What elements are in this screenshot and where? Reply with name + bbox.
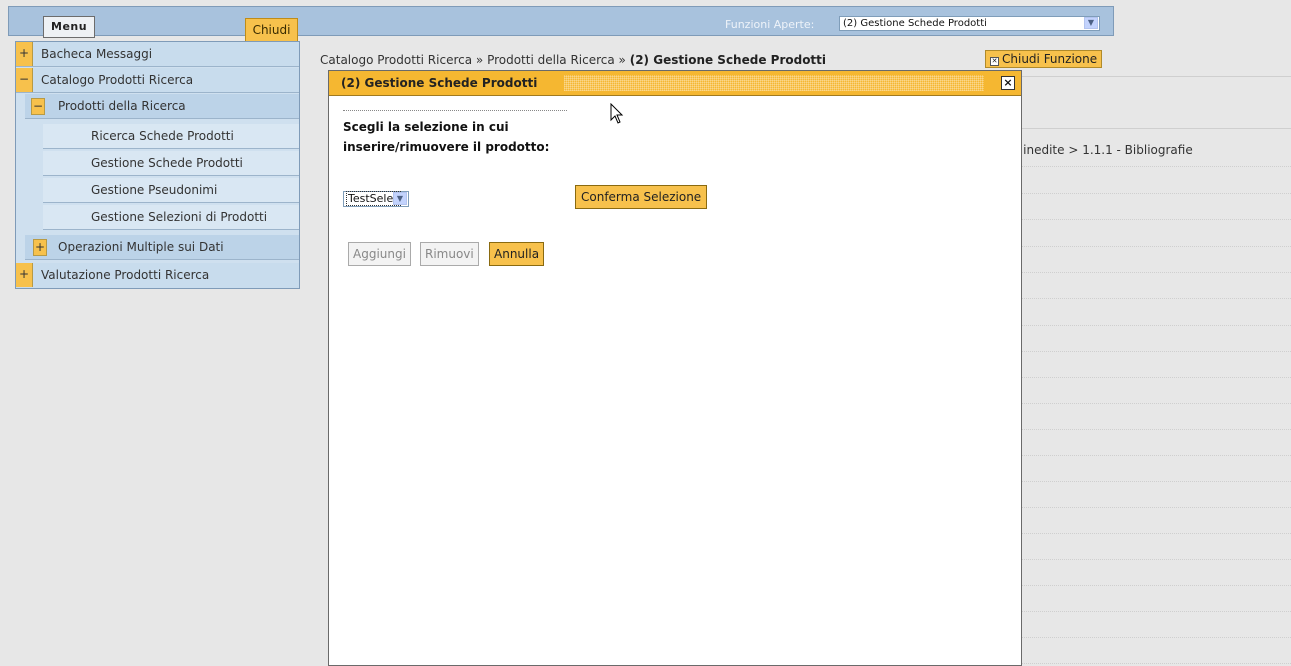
menu-item-operazioni-multiple-sui-dati[interactable]: + Operazioni Multiple sui Dati: [25, 235, 299, 260]
breadcrumb-separator: »: [472, 53, 488, 67]
menu-item-prodotti-della-ricerca[interactable]: − Prodotti della Ricerca: [25, 94, 299, 119]
menu-item-label: Valutazione Prodotti Ricerca: [41, 268, 210, 282]
remove-button[interactable]: Rimuovi: [420, 242, 479, 266]
cancel-button[interactable]: Annulla: [489, 242, 545, 266]
divider: [1022, 325, 1291, 326]
divider: [1022, 193, 1291, 194]
breadcrumb: Catalogo Prodotti Ricerca » Prodotti del…: [320, 53, 826, 67]
menu-item-ricerca-schede-prodotti[interactable]: Ricerca Schede Prodotti: [43, 124, 299, 149]
divider: [1022, 585, 1291, 586]
menu-item-label: Gestione Schede Prodotti: [91, 156, 243, 170]
background-content: [1022, 76, 1291, 666]
close-icon[interactable]: ×: [1001, 76, 1015, 90]
expand-icon[interactable]: +: [16, 42, 33, 66]
dialog-header[interactable]: (2) Gestione Schede Prodotti ×: [329, 71, 1021, 96]
divider: [1022, 403, 1291, 404]
open-functions-select[interactable]: (2) Gestione Schede Prodotti ▼: [839, 16, 1100, 31]
menu-item-label: Prodotti della Ricerca: [58, 99, 186, 113]
menu-item-gestione-schede-prodotti[interactable]: Gestione Schede Prodotti: [43, 151, 299, 176]
divider: [1022, 637, 1291, 638]
header-pattern: [564, 75, 984, 91]
chevron-down-icon[interactable]: ▼: [393, 192, 407, 205]
background-breadcrumb-text: i inedite > 1.1.1 - Bibliografie: [1016, 143, 1193, 157]
divider: [1022, 663, 1291, 664]
close-icon: ✕: [990, 57, 999, 66]
collapse-icon[interactable]: −: [16, 68, 33, 92]
menu-item-label: Ricerca Schede Prodotti: [91, 129, 234, 143]
divider: [343, 110, 567, 111]
divider: [1022, 455, 1291, 456]
divider: [1022, 559, 1291, 560]
menu-item-gestione-pseudonimi[interactable]: Gestione Pseudonimi: [43, 178, 299, 203]
side-menu: + Bacheca Messaggi − Catalogo Prodotti R…: [15, 41, 300, 289]
menu-item-label: Bacheca Messaggi: [41, 47, 153, 61]
expand-icon[interactable]: +: [16, 263, 33, 287]
open-functions-label: Funzioni Aperte:: [725, 18, 815, 31]
menu-item-label: Gestione Pseudonimi: [91, 183, 218, 197]
add-button[interactable]: Aggiungi: [348, 242, 411, 266]
divider: [1022, 298, 1291, 299]
close-function-button[interactable]: ✕ Chiudi Funzione: [985, 50, 1103, 68]
expand-icon[interactable]: +: [33, 239, 47, 256]
breadcrumb-item[interactable]: Prodotti della Ricerca: [487, 53, 615, 67]
divider: [1022, 351, 1291, 352]
selection-dialog: (2) Gestione Schede Prodotti × Scegli la…: [328, 70, 1022, 666]
selection-select[interactable]: TestSelez ▼: [343, 191, 409, 207]
collapse-icon[interactable]: −: [31, 98, 45, 115]
divider: [1022, 533, 1291, 534]
divider: [1022, 246, 1291, 247]
divider: [1022, 377, 1291, 378]
close-function-label: Chiudi Funzione: [1002, 52, 1098, 66]
open-functions-value: (2) Gestione Schede Prodotti: [843, 18, 987, 29]
divider: [1022, 611, 1291, 612]
divider: [1022, 481, 1291, 482]
menu-item-valutazione-prodotti-ricerca[interactable]: + Valutazione Prodotti Ricerca: [16, 263, 299, 288]
menu-item-gestione-selezioni-di-prodotti[interactable]: Gestione Selezioni di Prodotti: [43, 205, 299, 230]
breadcrumb-separator: »: [614, 53, 630, 67]
divider: [1022, 76, 1291, 77]
close-menu-button[interactable]: Chiudi: [245, 18, 298, 46]
menu-button[interactable]: Menu: [43, 16, 96, 38]
breadcrumb-current: (2) Gestione Schede Prodotti: [629, 53, 827, 67]
divider: [1022, 272, 1291, 273]
divider: [1022, 128, 1291, 129]
divider: [1022, 429, 1291, 430]
top-bar: Menu Funzioni Aperte: (2) Gestione Sched…: [8, 6, 1114, 38]
menu-item-catalogo-prodotti-ricerca[interactable]: − Catalogo Prodotti Ricerca: [16, 68, 299, 93]
chevron-down-icon[interactable]: ▼: [1084, 17, 1098, 29]
dialog-title: (2) Gestione Schede Prodotti: [341, 76, 538, 90]
menu-item-label: Gestione Selezioni di Prodotti: [91, 210, 268, 224]
mouse-pointer-icon: [610, 103, 624, 124]
menu-item-label: Catalogo Prodotti Ricerca: [41, 73, 194, 87]
breadcrumb-item[interactable]: Catalogo Prodotti Ricerca: [320, 53, 472, 67]
selection-question: Scegli la selezione in cui inserire/rimu…: [343, 120, 550, 154]
confirm-selection-button[interactable]: Conferma Selezione: [575, 185, 708, 209]
menu-item-bacheca-messaggi[interactable]: + Bacheca Messaggi: [16, 42, 299, 67]
divider: [1022, 219, 1291, 220]
menu-item-label: Operazioni Multiple sui Dati: [58, 240, 224, 254]
divider: [1022, 166, 1291, 167]
divider: [1022, 507, 1291, 508]
